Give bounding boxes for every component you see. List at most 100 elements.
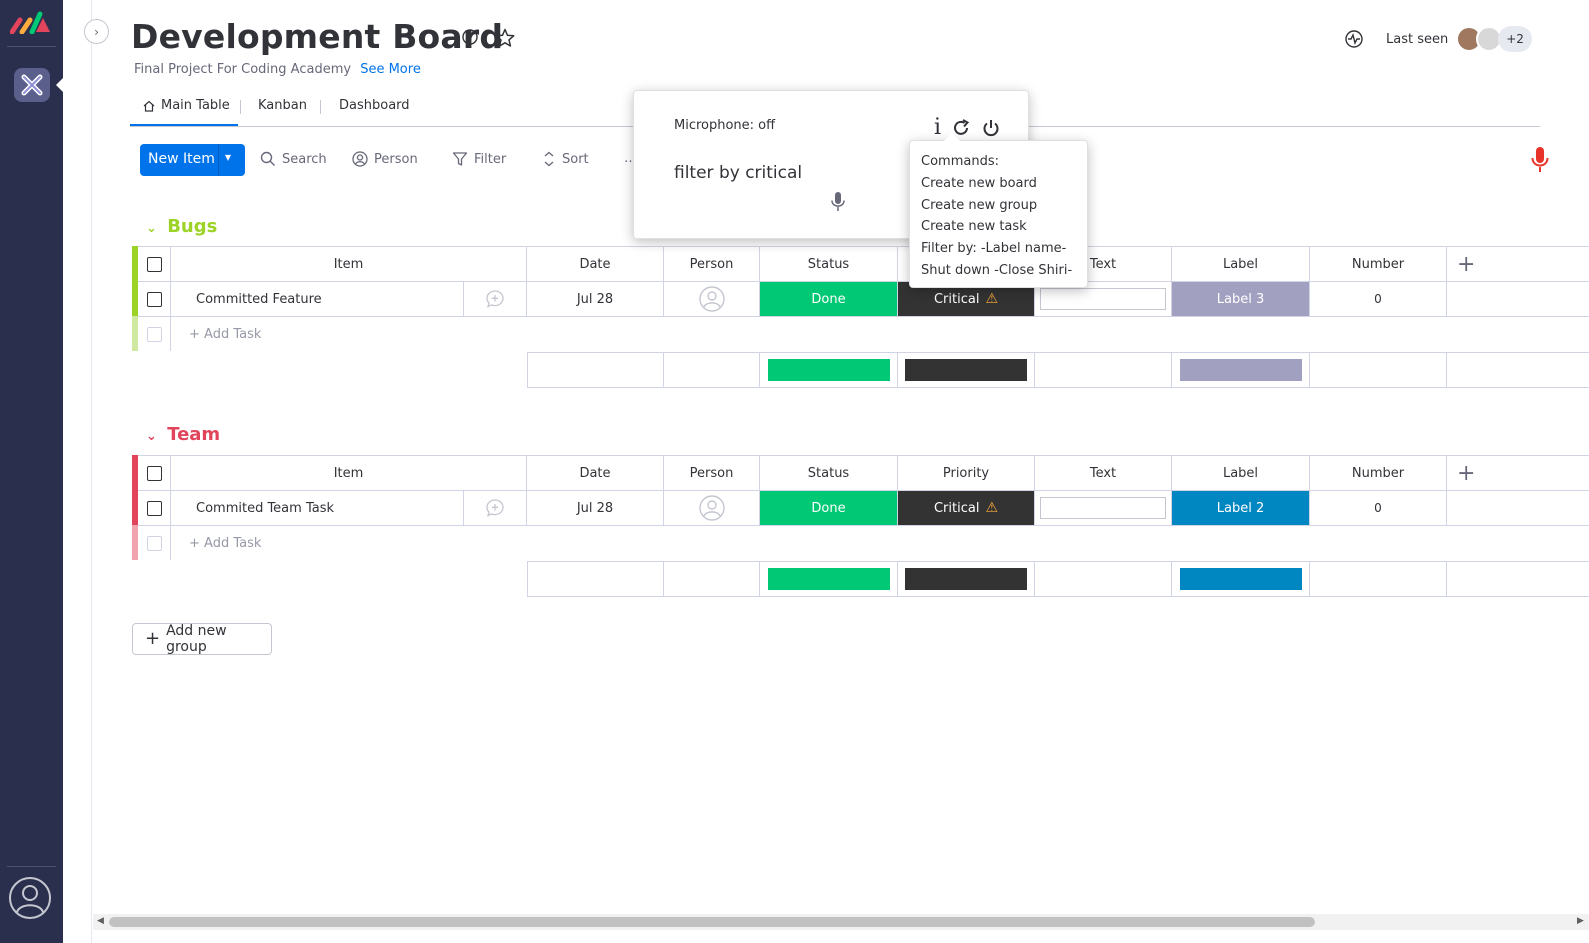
filter-button[interactable]: Filter (452, 151, 506, 167)
column-header-item[interactable]: Item (171, 455, 527, 490)
group-title[interactable]: Bugs (167, 216, 217, 237)
scroll-left-arrow-icon[interactable]: ◀ (97, 916, 104, 926)
person-filter-button[interactable]: Person (352, 151, 418, 167)
summary-priority-cell[interactable] (898, 352, 1035, 387)
status-cell[interactable]: Done (760, 490, 898, 525)
info-icon[interactable]: i (934, 115, 941, 140)
column-header-date[interactable]: Date (527, 455, 664, 490)
power-icon[interactable] (981, 118, 1001, 138)
updates-cell[interactable] (464, 281, 527, 316)
column-header-item[interactable]: Item (171, 246, 527, 281)
add-task-input[interactable]: + Add Task (171, 525, 1589, 560)
number-cell[interactable]: 0 (1310, 281, 1447, 316)
label-summary-bar (1179, 568, 1302, 590)
person-cell[interactable] (664, 490, 760, 525)
chevron-down-icon[interactable]: ⌄ (146, 429, 157, 444)
number-cell[interactable]: 0 (1310, 490, 1447, 525)
tab-main-table[interactable]: Main Table (142, 98, 230, 113)
column-header-label[interactable]: Label (1172, 455, 1310, 490)
new-item-button[interactable]: New Item ▾ (140, 144, 245, 176)
more-members-badge[interactable]: +2 (1498, 26, 1532, 52)
column-header-priority[interactable]: Priority (898, 455, 1035, 490)
column-header-text[interactable]: Text (1035, 455, 1172, 490)
person-cell[interactable] (664, 281, 760, 316)
tooltip-arrow (944, 133, 960, 141)
column-header-person[interactable]: Person (664, 246, 760, 281)
search-button[interactable]: Search (260, 151, 327, 167)
text-input[interactable] (1040, 288, 1166, 310)
date-cell[interactable]: Jul 28 (527, 281, 664, 316)
board-title[interactable]: Development Board (131, 17, 503, 56)
plus-icon[interactable]: + (1457, 252, 1475, 277)
item-name-cell[interactable]: Committed Feature (171, 281, 464, 316)
select-all-checkbox[interactable] (146, 465, 162, 481)
updates-cell[interactable] (464, 490, 527, 525)
add-update-icon (486, 499, 504, 517)
row-select-cell (138, 490, 171, 525)
row-select-cell (138, 281, 171, 316)
item-name-cell[interactable]: Commited Team Task (171, 490, 464, 525)
date-cell[interactable]: Jul 28 (527, 490, 664, 525)
workspace-app-button[interactable] (14, 68, 50, 102)
microphone-active-icon[interactable] (1530, 146, 1550, 174)
column-header-status[interactable]: Status (760, 246, 898, 281)
add-task-select-cell (138, 525, 171, 560)
microphone-icon[interactable] (830, 191, 846, 213)
empty-cell (1447, 281, 1589, 316)
chevron-down-icon[interactable]: ⌄ (146, 221, 157, 236)
column-header-label[interactable]: Label (1172, 246, 1310, 281)
left-sidebar (0, 0, 64, 943)
scrollbar-thumb[interactable] (109, 917, 1315, 927)
table-row[interactable]: Commited Team Task Jul 28 Done Critical … (132, 490, 1589, 525)
add-new-group-button[interactable]: + Add new group (132, 623, 272, 655)
priority-summary-bar (905, 568, 1027, 590)
priority-cell[interactable]: Critical ⚠ (898, 490, 1035, 525)
info-icon[interactable] (460, 27, 480, 47)
select-all-checkbox[interactable] (146, 256, 162, 272)
star-icon[interactable] (494, 27, 516, 49)
search-icon (260, 151, 275, 166)
group-title[interactable]: Team (167, 424, 220, 445)
column-header-number[interactable]: Number (1310, 246, 1447, 281)
user-avatar-icon[interactable] (8, 876, 52, 920)
summary-label-cell[interactable] (1172, 352, 1310, 387)
summary-date-cell (527, 561, 664, 596)
command-item: Create new group (921, 197, 1038, 213)
group-header-team[interactable]: ⌄ Team (146, 424, 220, 445)
chevron-down-icon[interactable]: ▾ (225, 150, 231, 164)
expand-panel-button[interactable]: › (84, 19, 109, 44)
scroll-right-arrow-icon[interactable]: ▶ (1577, 916, 1584, 926)
text-cell[interactable] (1035, 490, 1172, 525)
status-cell[interactable]: Done (760, 281, 898, 316)
activity-icon[interactable] (1344, 29, 1364, 49)
tab-dashboard[interactable]: Dashboard (339, 98, 410, 113)
column-header-date[interactable]: Date (527, 246, 664, 281)
summary-person-cell (664, 561, 760, 596)
summary-status-cell[interactable] (760, 561, 898, 596)
title-actions (460, 27, 516, 49)
sort-button[interactable]: Sort (542, 151, 589, 167)
row-checkbox[interactable] (146, 291, 162, 307)
summary-text-cell (1035, 561, 1172, 596)
summary-label-cell[interactable] (1172, 561, 1310, 596)
monday-logo[interactable] (10, 10, 52, 34)
table-row[interactable]: Committed Feature Jul 28 Done Critical ⚠… (132, 281, 1589, 316)
horizontal-scrollbar[interactable]: ◀ ▶ (93, 914, 1589, 930)
tab-kanban[interactable]: Kanban (258, 98, 307, 113)
column-header-number[interactable]: Number (1310, 455, 1447, 490)
label-cell[interactable]: Label 3 (1172, 281, 1310, 316)
add-task-input[interactable]: + Add Task (171, 316, 1589, 351)
text-input[interactable] (1040, 497, 1166, 519)
column-header-person[interactable]: Person (664, 455, 760, 490)
column-header-status[interactable]: Status (760, 455, 898, 490)
group-header-bugs[interactable]: ⌄ Bugs (146, 216, 217, 237)
select-all-cell (138, 455, 171, 490)
search-label: Search (282, 151, 327, 167)
summary-priority-cell[interactable] (898, 561, 1035, 596)
sort-icon (544, 151, 554, 167)
summary-status-cell[interactable] (760, 352, 898, 387)
see-more-link[interactable]: See More (360, 62, 421, 77)
label-cell[interactable]: Label 2 (1172, 490, 1310, 525)
row-checkbox[interactable] (146, 500, 162, 516)
plus-icon[interactable]: + (1457, 461, 1475, 486)
